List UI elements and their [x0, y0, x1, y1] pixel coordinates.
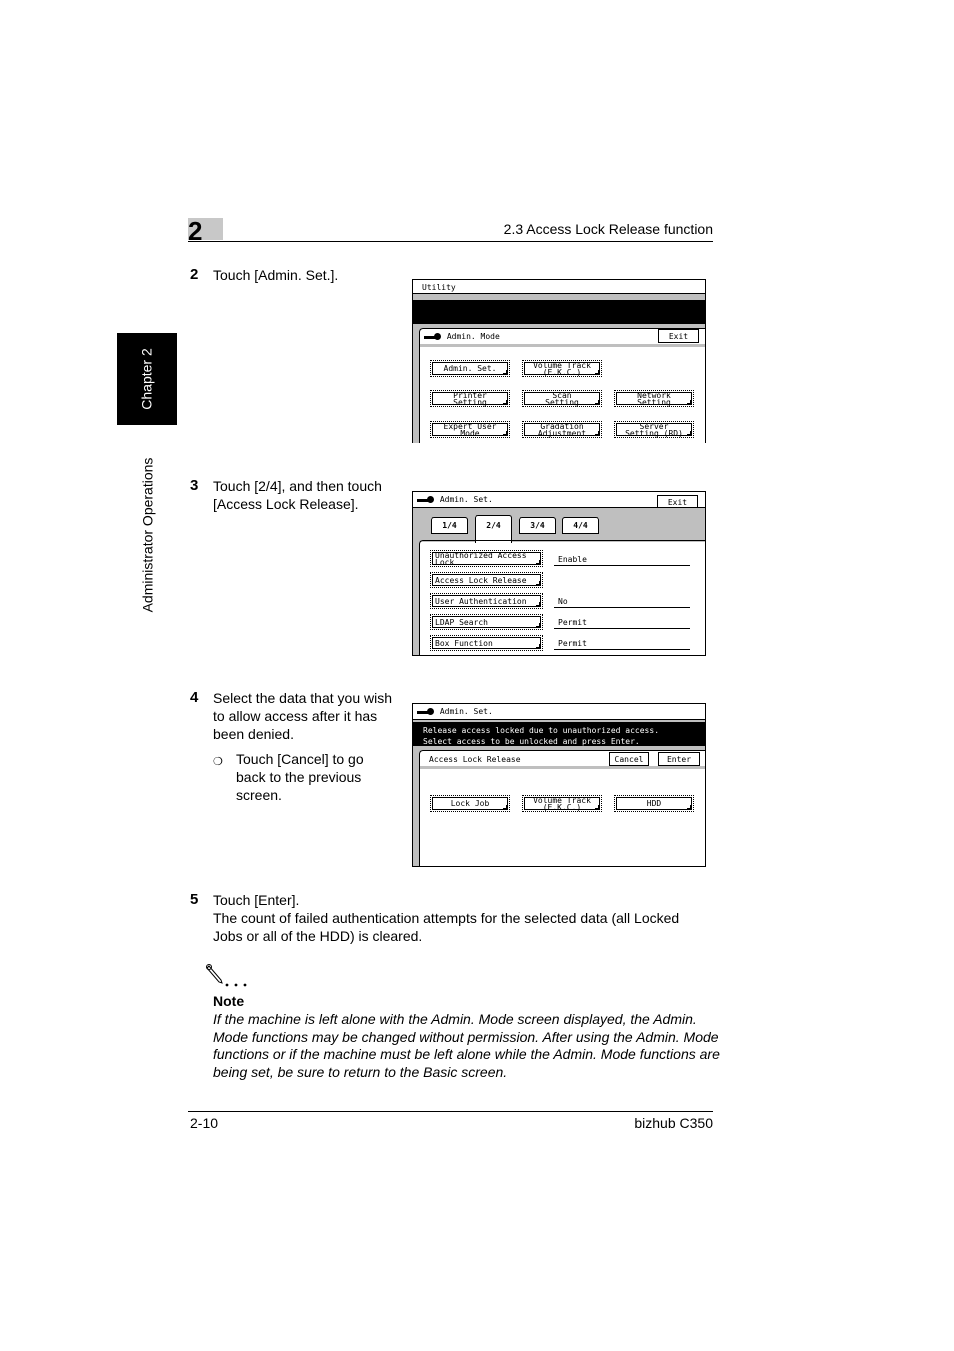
admin-set-title: Admin. Set. — [439, 707, 493, 716]
ldap-search-button[interactable]: LDAP Search — [430, 614, 543, 630]
step-text-line: been denied. — [213, 726, 294, 742]
tab-3-of-4[interactable]: 3/4 — [519, 517, 556, 534]
scan-setting-button[interactable]: Scan Setting — [522, 390, 602, 407]
volume-track-button[interactable]: Volume Track (E.K.C.) — [522, 360, 602, 377]
key-icon — [424, 332, 442, 341]
page-number: 2-10 — [190, 1115, 219, 1131]
screen-access-lock-release: Admin. Set. Release access locked due to… — [412, 703, 706, 867]
enter-button[interactable]: Enter — [658, 752, 700, 766]
access-lock-release-title: Access Lock Release — [429, 755, 521, 764]
bullet-circle-icon: ❍ — [213, 756, 223, 768]
step-number: 2 — [190, 266, 199, 283]
lock-job-button[interactable]: Lock Job — [430, 795, 510, 812]
admin-mode-header: Admin. Mode — [424, 332, 500, 341]
step-text: Touch [Admin. Set.]. — [213, 267, 339, 283]
volume-track-button[interactable]: Volume Track (E.K.C.) — [522, 795, 602, 812]
step-text-line: Select the data that you wish — [213, 690, 392, 706]
user-authentication-value: No — [554, 597, 690, 608]
step-text: Touch [Enter]. The count of failed authe… — [213, 891, 679, 945]
subheader-pattern — [420, 766, 705, 769]
ldap-search-value: Permit — [554, 618, 690, 629]
expert-user-mode-button[interactable]: Expert User Mode — [430, 421, 510, 438]
box-function-button[interactable]: Box Function — [430, 635, 543, 651]
step-number: 3 — [190, 477, 199, 494]
step-text-line: Jobs or all of the HDD) is cleared. — [213, 928, 423, 944]
sub-bullet-line: back to the previous — [236, 769, 362, 785]
admin-set-title: Admin. Set. — [439, 495, 493, 504]
user-authentication-button[interactable]: User Authentication — [430, 593, 543, 609]
admin-set-button[interactable]: Admin. Set. — [430, 360, 510, 377]
message-line: Release access locked due to unauthorize… — [423, 726, 660, 735]
message-bar — [413, 300, 705, 324]
network-setting-button[interactable]: Network Setting — [614, 390, 694, 407]
admin-set-header: Admin. Set. — [417, 707, 493, 716]
gradation-adjustment-button[interactable]: Gradation Adjustment — [522, 421, 602, 438]
side-tab-chapter: Chapter 2 — [117, 333, 177, 425]
header-divider — [188, 241, 713, 242]
step-text-line: Touch [2/4], and then touch — [213, 478, 382, 494]
side-tab-section-label: Administrator Operations — [139, 457, 155, 613]
step-text: Touch [2/4], and then touch [Access Lock… — [213, 477, 382, 513]
header-pattern — [420, 344, 705, 347]
box-function-value: Permit — [554, 639, 690, 650]
sub-bullet-line: screen. — [236, 787, 282, 803]
printer-setting-button[interactable]: Printer Setting — [430, 390, 510, 407]
access-lock-release-button[interactable]: Access Lock Release — [430, 572, 543, 588]
unauthorized-access-lock-value: Enable — [554, 555, 690, 566]
step-number: 5 — [190, 891, 199, 908]
cancel-button[interactable]: Cancel — [609, 752, 649, 766]
sub-bullet-line: Touch [Cancel] to go — [236, 751, 364, 767]
step-text-line: The count of failed authentication attem… — [213, 910, 680, 926]
utility-title: Utility — [413, 280, 705, 294]
tab-4-of-4[interactable]: 4/4 — [562, 517, 599, 534]
admin-set-header: Admin. Set. — [417, 495, 493, 504]
message-bar: Release access locked due to unauthorize… — [413, 722, 705, 746]
tab-1-of-4[interactable]: 1/4 — [431, 517, 468, 534]
admin-mode-title: Admin. Mode — [446, 332, 500, 341]
note-title: Note — [213, 993, 245, 1009]
step-text-line: [Access Lock Release]. — [213, 496, 359, 512]
section-title: 2.3 Access Lock Release function — [503, 221, 713, 237]
hdd-button[interactable]: HDD — [614, 795, 694, 812]
sub-bullet-text: Touch [Cancel] to go back to the previou… — [236, 750, 386, 804]
step-text: Select the data that you wish to allow a… — [213, 689, 392, 743]
footer-divider — [188, 1111, 713, 1112]
side-tab-section: Administrator Operations — [117, 440, 177, 630]
screen-admin-mode: Utility Admin. Mode Exit Admin. Set. Vol… — [412, 279, 706, 443]
step-text-line: Touch [Enter]. — [213, 892, 300, 908]
tab-2-of-4[interactable]: 2/4 — [475, 515, 512, 543]
exit-button[interactable]: Exit — [658, 329, 699, 343]
key-icon — [417, 495, 435, 504]
pencil-note-icon — [206, 964, 247, 987]
screen-admin-set-2of4: Admin. Set. Exit 1/4 2/4 3/4 4/4 Unautho… — [412, 491, 706, 656]
product-name: bizhub C350 — [634, 1115, 713, 1131]
note-body: If the machine is left alone with the Ad… — [213, 1011, 720, 1080]
side-tab-chapter-label: Chapter 2 — [139, 348, 156, 410]
step-number: 4 — [190, 689, 199, 706]
step-text-line: to allow access after it has — [213, 708, 378, 724]
key-icon — [417, 707, 435, 716]
unauthorized-access-lock-button[interactable]: Unauthorized Access Lock — [430, 550, 543, 567]
server-setting-button[interactable]: Server Setting (RD) — [614, 421, 694, 438]
